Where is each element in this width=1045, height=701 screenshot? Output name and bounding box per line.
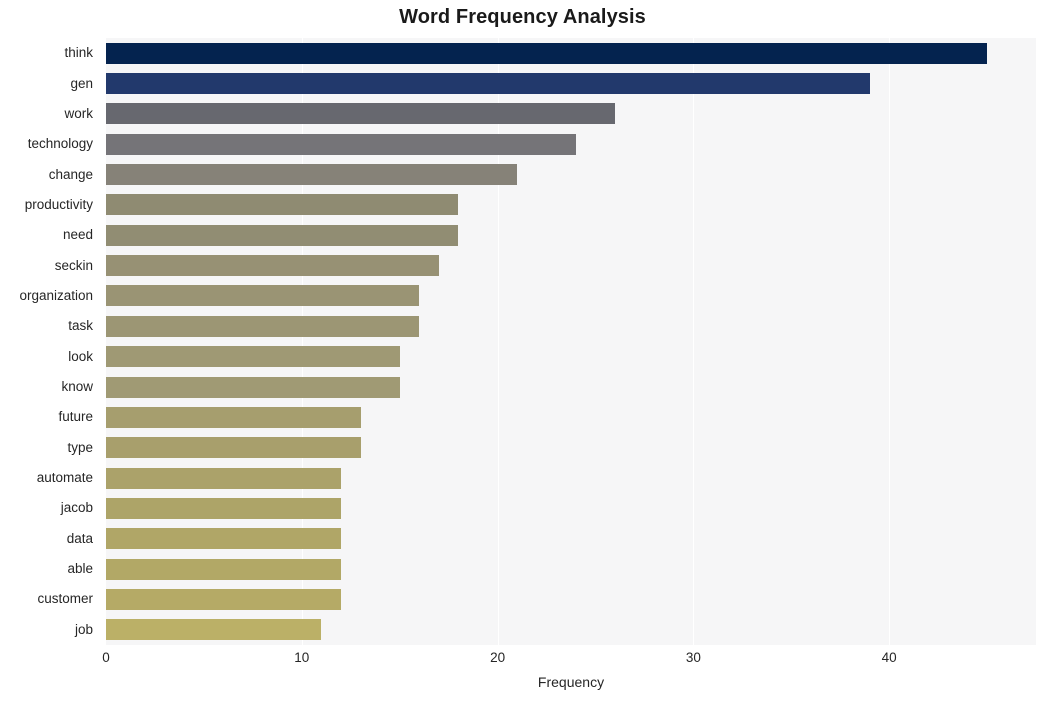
y-tick-label: work xyxy=(64,105,93,121)
y-tick-label: future xyxy=(58,409,93,425)
y-tick-label: job xyxy=(74,621,93,637)
y-tick-label: task xyxy=(68,318,93,334)
bar xyxy=(106,497,341,519)
y-tick-label: automate xyxy=(36,470,93,486)
y-tick-label: type xyxy=(67,439,93,455)
y-axis-tick-labels: think gen work technology change productivity… xyxy=(0,38,100,645)
y-tick-label: able xyxy=(67,561,93,577)
y-tick-label: organization xyxy=(19,287,93,303)
y-tick-label: productivity xyxy=(24,196,93,212)
chart-title: Word Frequency Analysis xyxy=(399,6,646,28)
x-tick-label: 10 xyxy=(294,650,310,665)
plot-area xyxy=(106,38,1036,645)
bar xyxy=(106,437,361,459)
y-tick-label: change xyxy=(48,166,93,182)
bars-layer xyxy=(106,38,1036,645)
y-tick-label: look xyxy=(68,348,93,364)
bar xyxy=(106,376,400,398)
y-tick-label: customer xyxy=(37,591,93,607)
bar xyxy=(106,528,341,550)
x-tick-label: 0 xyxy=(102,650,110,665)
bar xyxy=(106,588,341,610)
y-tick-label: data xyxy=(66,530,93,546)
x-tick-label: 40 xyxy=(881,650,897,665)
bar xyxy=(106,164,518,186)
bar xyxy=(106,224,459,246)
y-tick-label: gen xyxy=(70,75,93,91)
bar xyxy=(106,103,616,125)
bar xyxy=(106,467,341,489)
x-axis-tick-labels: 0 10 20 30 40 xyxy=(0,650,1045,674)
y-tick-label: seckin xyxy=(54,257,93,273)
bar xyxy=(106,346,400,368)
x-tick-label: 20 xyxy=(490,650,506,665)
bar xyxy=(106,315,420,337)
y-tick-label: technology xyxy=(27,136,93,152)
bar xyxy=(106,619,322,641)
chart-figure: Word Frequency Analysis think gen work tech… xyxy=(0,0,1045,701)
bar xyxy=(106,133,576,155)
bar xyxy=(106,255,439,277)
y-tick-label: think xyxy=(64,45,93,61)
bar xyxy=(106,194,459,216)
bar xyxy=(106,406,361,428)
x-tick-label: 30 xyxy=(685,650,701,665)
y-tick-label: know xyxy=(61,379,93,395)
x-axis-title: Frequency xyxy=(537,674,605,690)
bar xyxy=(106,558,341,580)
y-tick-label: need xyxy=(62,227,93,243)
bar xyxy=(106,42,988,64)
y-tick-label: jacob xyxy=(60,500,93,516)
bar xyxy=(106,73,870,95)
bar xyxy=(106,285,420,307)
